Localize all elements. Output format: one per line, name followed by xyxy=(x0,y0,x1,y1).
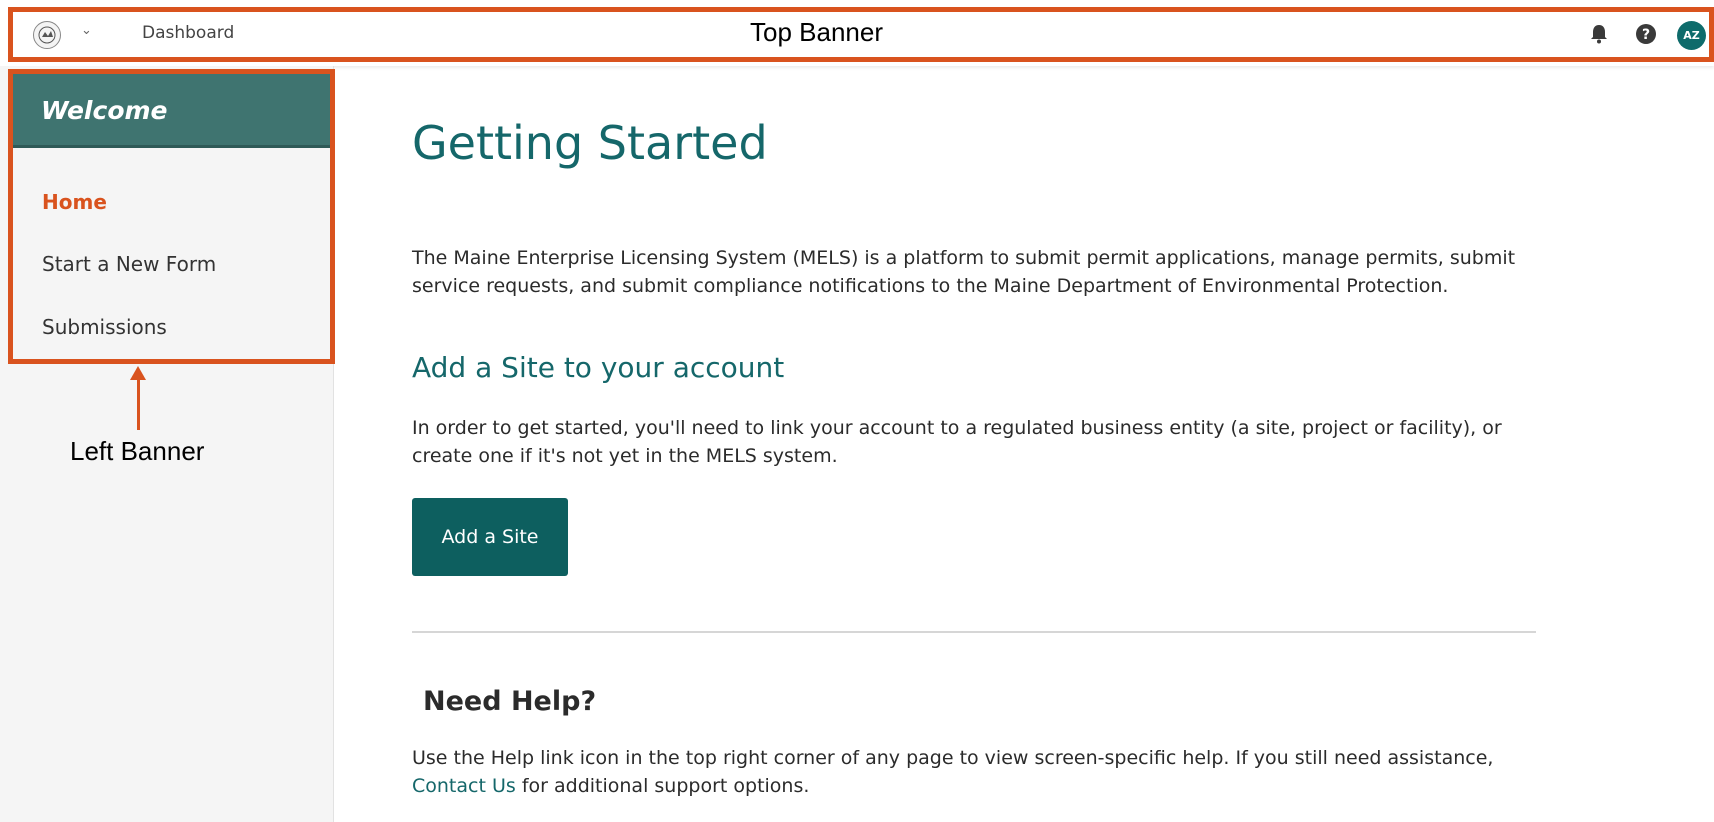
left-banner-annotation-box xyxy=(8,69,335,364)
help-text-before: Use the Help link icon in the top right … xyxy=(412,747,1494,769)
need-help-heading: Need Help? xyxy=(423,686,597,717)
section-divider xyxy=(412,631,1536,633)
contact-us-link[interactable]: Contact Us xyxy=(412,775,516,797)
add-site-heading: Add a Site to your account xyxy=(412,351,785,384)
help-text-after: for additional support options. xyxy=(521,775,810,797)
add-site-button[interactable]: Add a Site xyxy=(412,498,568,576)
annotation-arrow-line xyxy=(137,378,140,430)
help-paragraph: Use the Help link icon in the top right … xyxy=(412,744,1542,800)
top-banner-annotation-label: Top Banner xyxy=(750,17,883,47)
add-site-paragraph: In order to get started, you'll need to … xyxy=(412,417,1502,467)
page-title: Getting Started xyxy=(412,116,768,170)
intro-paragraph: The Maine Enterprise Licensing System (M… xyxy=(412,247,1516,297)
left-banner-annotation-label: Left Banner xyxy=(70,436,205,466)
